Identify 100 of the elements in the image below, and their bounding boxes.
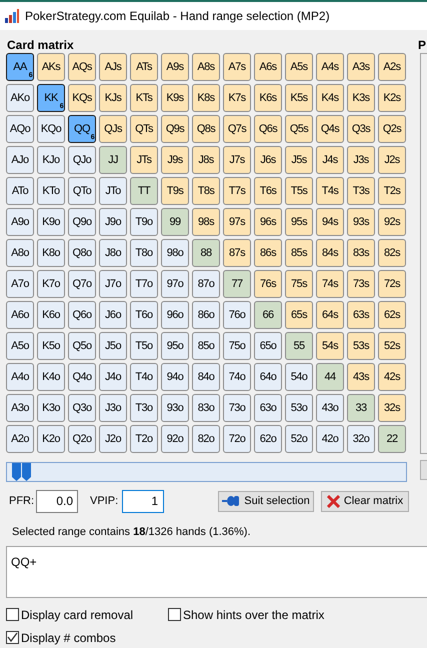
hand-cell[interactable]: T7s [223,177,251,205]
hand-cell[interactable]: JTs [130,146,158,174]
hand-cell[interactable]: T2s [378,177,406,205]
hand-cell[interactable]: 87s [223,239,251,267]
hand-cell[interactable]: 32o [347,425,375,453]
hand-cell[interactable]: 52o [285,425,313,453]
hand-cell[interactable]: J7o [99,270,127,298]
hand-cell[interactable]: 99 [161,208,189,236]
hand-cell[interactable]: A2s [378,53,406,81]
hand-cell[interactable]: 94s [316,208,344,236]
hand-cell[interactable]: QJs [99,115,127,143]
hand-cell[interactable]: 87o [192,270,220,298]
hand-cell[interactable]: 76s [254,270,282,298]
hand-cell[interactable]: KQo [37,115,65,143]
hand-cell[interactable]: KJs [99,84,127,112]
hand-cell[interactable]: Q8s [192,115,220,143]
hand-cell[interactable]: 44 [316,363,344,391]
hand-cell[interactable]: J8o [99,239,127,267]
clear-button[interactable]: Clear matrix [321,490,409,512]
hand-cell[interactable]: J3o [99,394,127,422]
hand-cell[interactable]: J6o [99,301,127,329]
range-text-area[interactable]: QQ+ [6,546,427,598]
hand-cell[interactable]: K4s [316,84,344,112]
range-slider[interactable] [6,462,407,482]
hand-cell[interactable]: A5s [285,53,313,81]
hand-cell[interactable]: KTs [130,84,158,112]
hand-cell[interactable]: Q9o [68,208,96,236]
hand-cell[interactable]: K9s [161,84,189,112]
hand-cell[interactable]: K4o [37,363,65,391]
hand-cell[interactable]: A6o [6,301,34,329]
hand-cell[interactable]: K5s [285,84,313,112]
hand-cell[interactable]: K2o [37,425,65,453]
hand-cell[interactable]: 75o [223,332,251,360]
hand-cell[interactable]: T6o [130,301,158,329]
hand-cell[interactable]: 84o [192,363,220,391]
hand-cell[interactable]: 42s [378,363,406,391]
hand-cell[interactable]: A4s [316,53,344,81]
hand-cell[interactable]: Q9s [161,115,189,143]
hand-cell[interactable]: 62s [378,301,406,329]
hand-cell[interactable]: ATo [6,177,34,205]
hand-cell[interactable]: K9o [37,208,65,236]
hand-cell[interactable]: T8s [192,177,220,205]
hand-cell[interactable]: J8s [192,146,220,174]
hand-cell[interactable]: T3o [130,394,158,422]
hand-cell[interactable]: 75s [285,270,313,298]
hand-cell[interactable]: KJo [37,146,65,174]
hand-cell[interactable]: T5o [130,332,158,360]
hand-cell[interactable]: 43o [316,394,344,422]
hand-cell[interactable]: 33 [347,394,375,422]
hand-cell[interactable]: AJo [6,146,34,174]
hand-cell[interactable]: 73o [223,394,251,422]
hand-cell[interactable]: 54o [285,363,313,391]
hand-cell[interactable]: 96o [161,301,189,329]
hand-cell[interactable]: 53o [285,394,313,422]
hand-cell[interactable]: JJ [99,146,127,174]
hand-cell[interactable]: QTo [68,177,96,205]
hand-cell[interactable]: J2s [378,146,406,174]
input-field[interactable]: 1 [122,490,164,512]
hand-cell[interactable]: A8o [6,239,34,267]
hand-cell[interactable]: 32s [378,394,406,422]
hand-cell[interactable]: K5o [37,332,65,360]
hand-cell[interactable]: T8o [130,239,158,267]
hand-cell[interactable]: K8s [192,84,220,112]
hand-cell[interactable]: 95s [285,208,313,236]
hand-cell[interactable]: T4s [316,177,344,205]
hand-cell[interactable]: 55 [285,332,313,360]
checkbox[interactable] [168,608,181,621]
hand-cell[interactable]: 65s [285,301,313,329]
slider-thumb[interactable] [12,463,32,481]
hand-cell[interactable]: J3s [347,146,375,174]
hand-cell[interactable]: A6s [254,53,282,81]
hand-cell[interactable]: 86s [254,239,282,267]
hand-cell[interactable]: 65o [254,332,282,360]
hand-cell[interactable]: K3o [37,394,65,422]
hand-cell[interactable]: J9s [161,146,189,174]
hand-cell[interactable]: 73s [347,270,375,298]
hand-cell[interactable]: QTs [130,115,158,143]
hand-cell[interactable]: 83s [347,239,375,267]
hand-cell[interactable]: Q6o [68,301,96,329]
hand-cell[interactable]: 42o [316,425,344,453]
hand-cell[interactable]: 94o [161,363,189,391]
hand-cell[interactable]: T6s [254,177,282,205]
hand-cell[interactable]: J7s [223,146,251,174]
hand-cell[interactable]: 98s [192,208,220,236]
hand-cell[interactable]: J5s [285,146,313,174]
hand-cell[interactable]: Q5s [285,115,313,143]
hand-cell[interactable]: A9o [6,208,34,236]
hand-cell[interactable]: K7o [37,270,65,298]
hand-cell[interactable]: A9s [161,53,189,81]
hand-cell[interactable]: 82o [192,425,220,453]
hand-cell[interactable]: 84s [316,239,344,267]
hand-cell[interactable]: 97s [223,208,251,236]
hand-cell[interactable]: 64s [316,301,344,329]
input-field[interactable]: 0.0 [36,490,78,512]
hand-cell[interactable]: J4o [99,363,127,391]
hand-cell[interactable]: Q7o [68,270,96,298]
hand-cell[interactable]: 95o [161,332,189,360]
hand-cell[interactable]: AJs [99,53,127,81]
hand-cell[interactable]: 97o [161,270,189,298]
hand-cell[interactable]: Q4s [316,115,344,143]
